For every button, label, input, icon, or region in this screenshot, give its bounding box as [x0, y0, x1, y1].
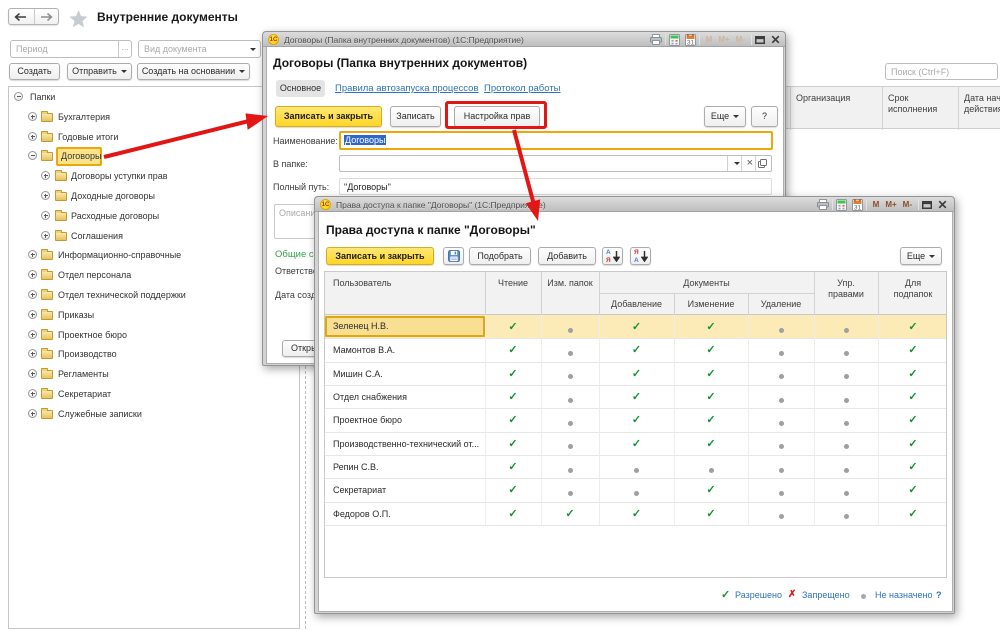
svg-text:31: 31 — [687, 39, 695, 46]
svg-text:31: 31 — [854, 204, 862, 211]
